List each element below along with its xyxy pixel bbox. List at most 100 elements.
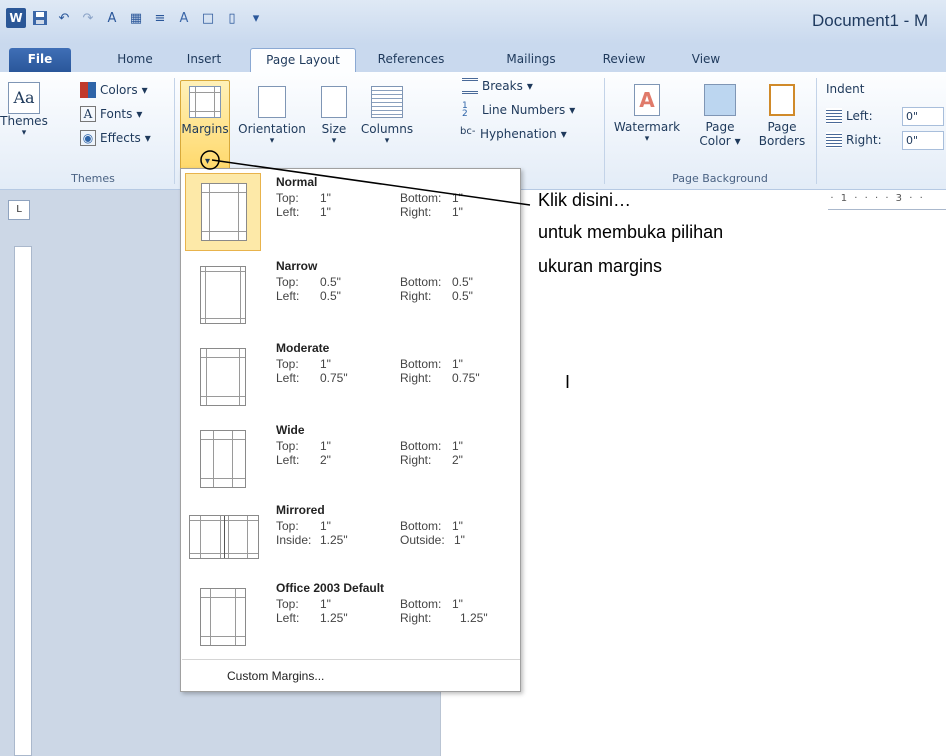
spec-label: Right:: [400, 453, 432, 467]
callout-line-2: untuk membuka pilihan: [538, 222, 724, 242]
line-numbers-button[interactable]: 12 Line Numbers ▾: [462, 102, 575, 119]
customize-qat-icon[interactable]: ▾: [246, 8, 266, 28]
tab-page-layout[interactable]: Page Layout: [250, 48, 356, 72]
orientation-label: Orientation: [238, 122, 306, 136]
indent-right-input[interactable]: 0": [902, 131, 944, 150]
new-doc-icon[interactable]: ▯: [222, 8, 242, 28]
colors-icon: [80, 82, 96, 98]
margins-button-content[interactable]: Margins: [180, 86, 230, 136]
breaks-button[interactable]: Breaks ▾: [462, 78, 533, 94]
size-button[interactable]: Size ▾: [312, 86, 356, 146]
undo-icon[interactable]: ↶: [54, 8, 74, 28]
spec-value: 1": [452, 191, 463, 205]
spec-label: Right:: [400, 611, 432, 625]
spec-label: Bottom:: [400, 275, 442, 289]
font-color-icon[interactable]: A: [174, 8, 194, 28]
spec-label: Left:: [276, 371, 300, 385]
tab-mailings[interactable]: Mailings: [496, 48, 566, 72]
menu-divider: [182, 659, 520, 660]
spec-label: Top:: [276, 191, 299, 205]
indent-right-row: Right:: [826, 132, 882, 148]
spec-value: 1.25": [320, 611, 348, 625]
hyphenation-icon: bc-: [460, 126, 476, 137]
orientation-button[interactable]: Orientation ▾: [236, 86, 308, 146]
tab-file[interactable]: File: [9, 48, 71, 72]
spec-label: Inside:: [276, 533, 312, 547]
page-borders-icon: [769, 84, 795, 116]
spec-value: 1": [320, 357, 331, 371]
redo-icon[interactable]: ↷: [78, 8, 98, 28]
fonts-button[interactable]: A Fonts ▾: [80, 106, 142, 122]
page-color-label: Page: [705, 120, 735, 134]
spec-label: Top:: [276, 519, 299, 533]
spec-label: Bottom:: [400, 519, 442, 533]
tab-insert[interactable]: Insert: [176, 48, 232, 72]
page-color-icon: [704, 84, 736, 116]
themes-button[interactable]: Aa Themes ▾: [0, 82, 48, 138]
margins-dropdown: Normal Top: 1" Bottom: 1" Left: 1" Right…: [180, 168, 521, 692]
tab-review[interactable]: Review: [596, 48, 652, 72]
themes-group-label: Themes: [71, 172, 115, 185]
size-label: Size: [321, 122, 347, 136]
spec-value: 0.5": [320, 275, 341, 289]
spec-label: Bottom:: [400, 191, 442, 205]
margins-label: Margins: [181, 122, 229, 136]
spec-label: Top:: [276, 357, 299, 371]
columns-button[interactable]: Columns ▾: [358, 86, 416, 146]
ribbon-tabs: File Home Insert Page Layout References …: [0, 44, 946, 72]
spec-label: Outside:: [400, 533, 445, 547]
shape-icon[interactable]: □: [198, 8, 218, 28]
spec-value: 0.75": [452, 371, 480, 385]
hyphenation-button[interactable]: bc- Hyphenation ▾: [460, 126, 567, 142]
effects-icon: ◉: [80, 130, 96, 146]
table-icon[interactable]: ▦: [126, 8, 146, 28]
tab-view[interactable]: View: [684, 48, 728, 72]
spec-value: 1.25": [320, 533, 348, 547]
colors-label: Colors: [100, 83, 138, 97]
tab-home[interactable]: Home: [110, 48, 160, 72]
tab-selector[interactable]: L: [8, 200, 30, 220]
watermark-button[interactable]: A Watermark ▾: [612, 84, 682, 144]
format-painter-icon[interactable]: A: [102, 8, 122, 28]
spec-value: 0.75": [320, 371, 348, 385]
hyphenation-label: Hyphenation: [480, 127, 557, 141]
custom-margins-item[interactable]: Custom Margins...: [227, 669, 324, 683]
word-logo-icon[interactable]: W: [6, 8, 26, 28]
spec-label: Top:: [276, 597, 299, 611]
margin-option-office-2003[interactable]: Office 2003 Default Top: 1" Bottom: 1" L…: [182, 577, 519, 661]
margin-option-wide[interactable]: Wide Top: 1" Bottom: 1" Left: 2" Right: …: [182, 419, 519, 503]
window-title: Document1 - M: [812, 11, 929, 30]
horizontal-ruler[interactable]: · · 1 · · · · 3 · ·: [820, 190, 946, 210]
margin-preview-moderate: [185, 339, 261, 417]
margin-option-narrow[interactable]: Narrow Top: 0.5" Bottom: 0.5" Left: 0.5"…: [182, 255, 519, 339]
group-divider: [816, 78, 817, 184]
margin-option-moderate[interactable]: Moderate Top: 1" Bottom: 1" Left: 0.75" …: [182, 337, 519, 421]
spec-value: 1": [452, 519, 463, 533]
margins-icon: [189, 86, 221, 118]
spec-value: 1": [452, 597, 463, 611]
spec-label: Bottom:: [400, 357, 442, 371]
margin-option-normal[interactable]: Normal Top: 1" Bottom: 1" Left: 1" Right…: [182, 171, 519, 255]
spec-label: Bottom:: [400, 439, 442, 453]
spec-value: 2": [452, 453, 463, 467]
spec-label: Left:: [276, 289, 300, 303]
effects-button[interactable]: ◉ Effects ▾: [80, 130, 151, 146]
page-borders-button[interactable]: Page Borders: [754, 84, 810, 148]
option-name: Narrow: [276, 259, 318, 273]
spec-value: 0.5": [452, 289, 473, 303]
page-color-button[interactable]: Page Color ▾: [692, 84, 748, 148]
text-cursor: I: [565, 372, 571, 392]
margin-option-mirrored[interactable]: Mirrored Top: 1" Bottom: 1" Inside: 1.25…: [182, 499, 519, 583]
colors-button[interactable]: Colors ▾: [80, 82, 148, 98]
align-icon[interactable]: ≡: [150, 8, 170, 28]
columns-icon: [371, 86, 403, 118]
save-icon[interactable]: [30, 8, 50, 28]
spec-label: Right:: [400, 205, 432, 219]
indent-left-input[interactable]: 0": [902, 107, 944, 126]
spec-label: Top:: [276, 275, 299, 289]
breaks-icon: [462, 78, 478, 94]
spec-label: Left:: [276, 205, 300, 219]
title-bar: W ↶ ↷ A ▦ ≡ A □ ▯ ▾ Document1 - M: [0, 0, 946, 44]
vertical-ruler[interactable]: [14, 246, 32, 756]
tab-references[interactable]: References: [358, 48, 464, 72]
